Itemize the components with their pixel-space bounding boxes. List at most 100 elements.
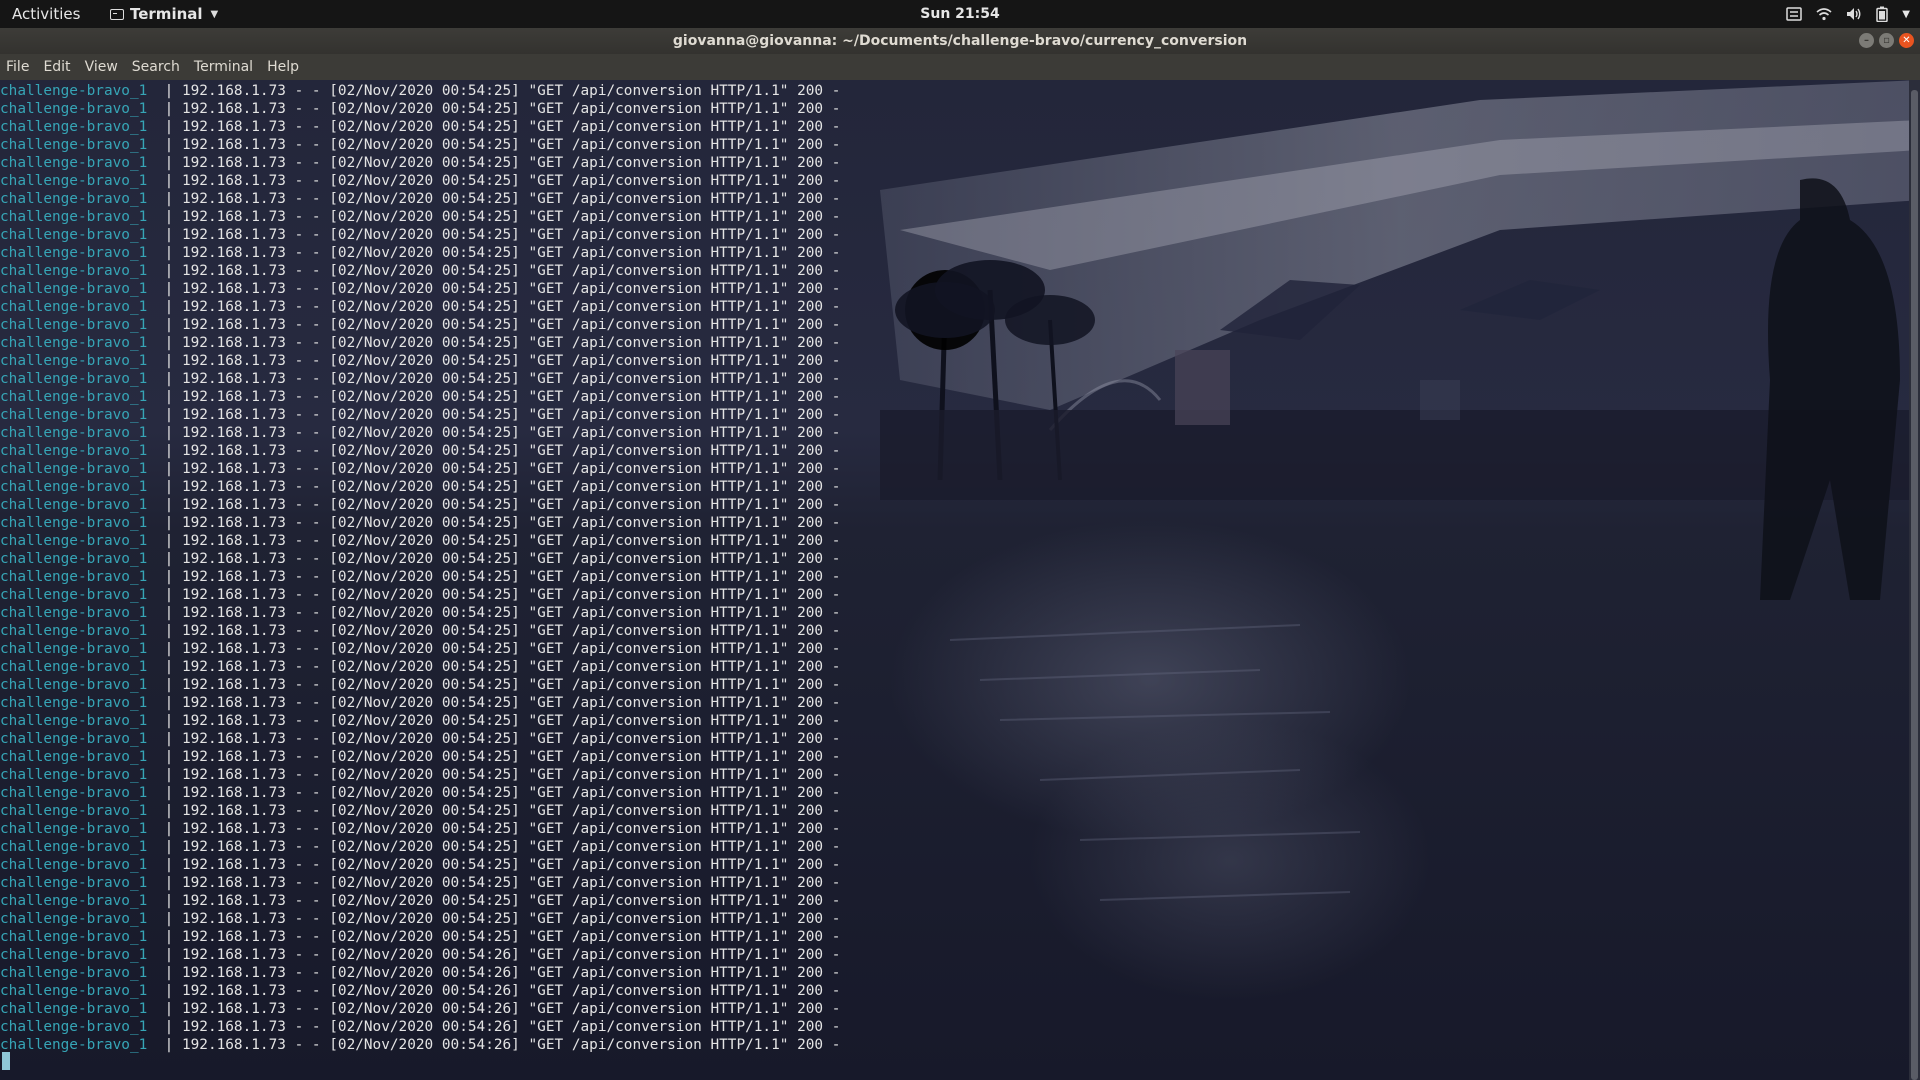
log-message: 192.168.1.73 - - [02/Nov/2020 00:54:25] … (181, 929, 841, 945)
log-service-name: challenge-bravo_1 (0, 875, 148, 891)
log-message: 192.168.1.73 - - [02/Nov/2020 00:54:25] … (181, 659, 841, 675)
log-service-name: challenge-bravo_1 (0, 551, 148, 567)
log-line: challenge-bravo_1 | 192.168.1.73 - - [02… (0, 370, 840, 388)
clock[interactable]: Sun 21:54 (920, 6, 999, 22)
log-separator: | (147, 119, 182, 135)
log-service-name: challenge-bravo_1 (0, 299, 148, 315)
log-message: 192.168.1.73 - - [02/Nov/2020 00:54:25] … (181, 839, 841, 855)
log-separator: | (147, 317, 182, 333)
menu-file[interactable]: File (6, 59, 29, 75)
log-message: 192.168.1.73 - - [02/Nov/2020 00:54:25] … (181, 443, 841, 459)
log-line: challenge-bravo_1 | 192.168.1.73 - - [02… (0, 226, 840, 244)
log-line: challenge-bravo_1 | 192.168.1.73 - - [02… (0, 208, 840, 226)
log-separator: | (147, 803, 182, 819)
log-service-name: challenge-bravo_1 (0, 1001, 148, 1017)
log-separator: | (147, 551, 182, 567)
log-output: challenge-bravo_1 | 192.168.1.73 - - [02… (0, 82, 840, 1054)
log-message: 192.168.1.73 - - [02/Nov/2020 00:54:25] … (181, 173, 841, 189)
log-separator: | (147, 713, 182, 729)
log-line: challenge-bravo_1 | 192.168.1.73 - - [02… (0, 514, 840, 532)
log-separator: | (147, 245, 182, 261)
log-message: 192.168.1.73 - - [02/Nov/2020 00:54:25] … (181, 551, 841, 567)
log-service-name: challenge-bravo_1 (0, 911, 148, 927)
log-message: 192.168.1.73 - - [02/Nov/2020 00:54:25] … (181, 371, 841, 387)
log-line: challenge-bravo_1 | 192.168.1.73 - - [02… (0, 928, 840, 946)
log-line: challenge-bravo_1 | 192.168.1.73 - - [02… (0, 280, 840, 298)
log-line: challenge-bravo_1 | 192.168.1.73 - - [02… (0, 118, 840, 136)
log-separator: | (147, 1037, 182, 1053)
log-message: 192.168.1.73 - - [02/Nov/2020 00:54:25] … (181, 83, 841, 99)
log-line: challenge-bravo_1 | 192.168.1.73 - - [02… (0, 658, 840, 676)
volume-icon[interactable] (1846, 7, 1862, 21)
wifi-icon[interactable] (1816, 7, 1832, 21)
log-service-name: challenge-bravo_1 (0, 443, 148, 459)
menu-terminal[interactable]: Terminal (194, 59, 253, 75)
log-separator: | (147, 965, 182, 981)
log-separator: | (147, 893, 182, 909)
log-message: 192.168.1.73 - - [02/Nov/2020 00:54:25] … (181, 227, 841, 243)
menu-icon[interactable] (1786, 7, 1803, 21)
log-separator: | (147, 767, 182, 783)
log-line: challenge-bravo_1 | 192.168.1.73 - - [02… (0, 640, 840, 658)
log-message: 192.168.1.73 - - [02/Nov/2020 00:54:25] … (181, 191, 841, 207)
menu-search[interactable]: Search (132, 59, 180, 75)
log-message: 192.168.1.73 - - [02/Nov/2020 00:54:25] … (181, 353, 841, 369)
log-separator: | (147, 137, 182, 153)
log-separator: | (147, 569, 182, 585)
log-message: 192.168.1.73 - - [02/Nov/2020 00:54:25] … (181, 605, 841, 621)
log-line: challenge-bravo_1 | 192.168.1.73 - - [02… (0, 1000, 840, 1018)
scrollbar-thumb[interactable] (1911, 90, 1918, 1080)
log-message: 192.168.1.73 - - [02/Nov/2020 00:54:25] … (181, 767, 841, 783)
log-line: challenge-bravo_1 | 192.168.1.73 - - [02… (0, 694, 840, 712)
log-line: challenge-bravo_1 | 192.168.1.73 - - [02… (0, 496, 840, 514)
log-line: challenge-bravo_1 | 192.168.1.73 - - [02… (0, 334, 840, 352)
log-line: challenge-bravo_1 | 192.168.1.73 - - [02… (0, 316, 840, 334)
log-message: 192.168.1.73 - - [02/Nov/2020 00:54:26] … (181, 1037, 841, 1053)
log-service-name: challenge-bravo_1 (0, 173, 148, 189)
log-service-name: challenge-bravo_1 (0, 785, 148, 801)
activities-button[interactable]: Activities (0, 5, 100, 23)
log-message: 192.168.1.73 - - [02/Nov/2020 00:54:25] … (181, 623, 841, 639)
log-line: challenge-bravo_1 | 192.168.1.73 - - [02… (0, 874, 840, 892)
log-separator: | (147, 173, 182, 189)
log-message: 192.168.1.73 - - [02/Nov/2020 00:54:25] … (181, 821, 841, 837)
log-message: 192.168.1.73 - - [02/Nov/2020 00:54:26] … (181, 1019, 841, 1035)
log-message: 192.168.1.73 - - [02/Nov/2020 00:54:25] … (181, 533, 841, 549)
menu-view[interactable]: View (85, 59, 118, 75)
log-line: challenge-bravo_1 | 192.168.1.73 - - [02… (0, 964, 840, 982)
log-message: 192.168.1.73 - - [02/Nov/2020 00:54:25] … (181, 425, 841, 441)
log-service-name: challenge-bravo_1 (0, 839, 148, 855)
window-titlebar[interactable]: giovanna@giovanna: ~/Documents/challenge… (0, 28, 1920, 54)
close-button[interactable]: ✕ (1899, 33, 1914, 48)
log-line: challenge-bravo_1 | 192.168.1.73 - - [02… (0, 820, 840, 838)
log-separator: | (147, 857, 182, 873)
minimize-button[interactable]: – (1859, 33, 1874, 48)
log-service-name: challenge-bravo_1 (0, 83, 148, 99)
chevron-down-icon[interactable]: ▼ (1902, 9, 1910, 20)
log-message: 192.168.1.73 - - [02/Nov/2020 00:54:25] … (181, 497, 841, 513)
log-line: challenge-bravo_1 | 192.168.1.73 - - [02… (0, 1036, 840, 1054)
log-separator: | (147, 785, 182, 801)
log-message: 192.168.1.73 - - [02/Nov/2020 00:54:26] … (181, 965, 841, 981)
log-service-name: challenge-bravo_1 (0, 731, 148, 747)
menu-edit[interactable]: Edit (43, 59, 70, 75)
app-menu-label: Terminal (130, 5, 203, 23)
terminal-output-area[interactable]: challenge-bravo_1 | 192.168.1.73 - - [02… (0, 80, 1920, 1080)
log-line: challenge-bravo_1 | 192.168.1.73 - - [02… (0, 82, 840, 100)
log-separator: | (147, 371, 182, 387)
log-separator: | (147, 281, 182, 297)
system-tray[interactable]: ▼ (1786, 0, 1910, 28)
log-message: 192.168.1.73 - - [02/Nov/2020 00:54:25] … (181, 713, 841, 729)
log-service-name: challenge-bravo_1 (0, 677, 148, 693)
scrollbar[interactable] (1909, 80, 1920, 1080)
maximize-button[interactable]: ▫ (1879, 33, 1894, 48)
log-line: challenge-bravo_1 | 192.168.1.73 - - [02… (0, 856, 840, 874)
menu-help[interactable]: Help (267, 59, 299, 75)
log-message: 192.168.1.73 - - [02/Nov/2020 00:54:25] … (181, 245, 841, 261)
log-line: challenge-bravo_1 | 192.168.1.73 - - [02… (0, 946, 840, 964)
log-line: challenge-bravo_1 | 192.168.1.73 - - [02… (0, 586, 840, 604)
log-line: challenge-bravo_1 | 192.168.1.73 - - [02… (0, 478, 840, 496)
log-line: challenge-bravo_1 | 192.168.1.73 - - [02… (0, 730, 840, 748)
battery-icon[interactable] (1876, 6, 1889, 22)
app-menu[interactable]: Terminal ▼ (110, 5, 218, 23)
